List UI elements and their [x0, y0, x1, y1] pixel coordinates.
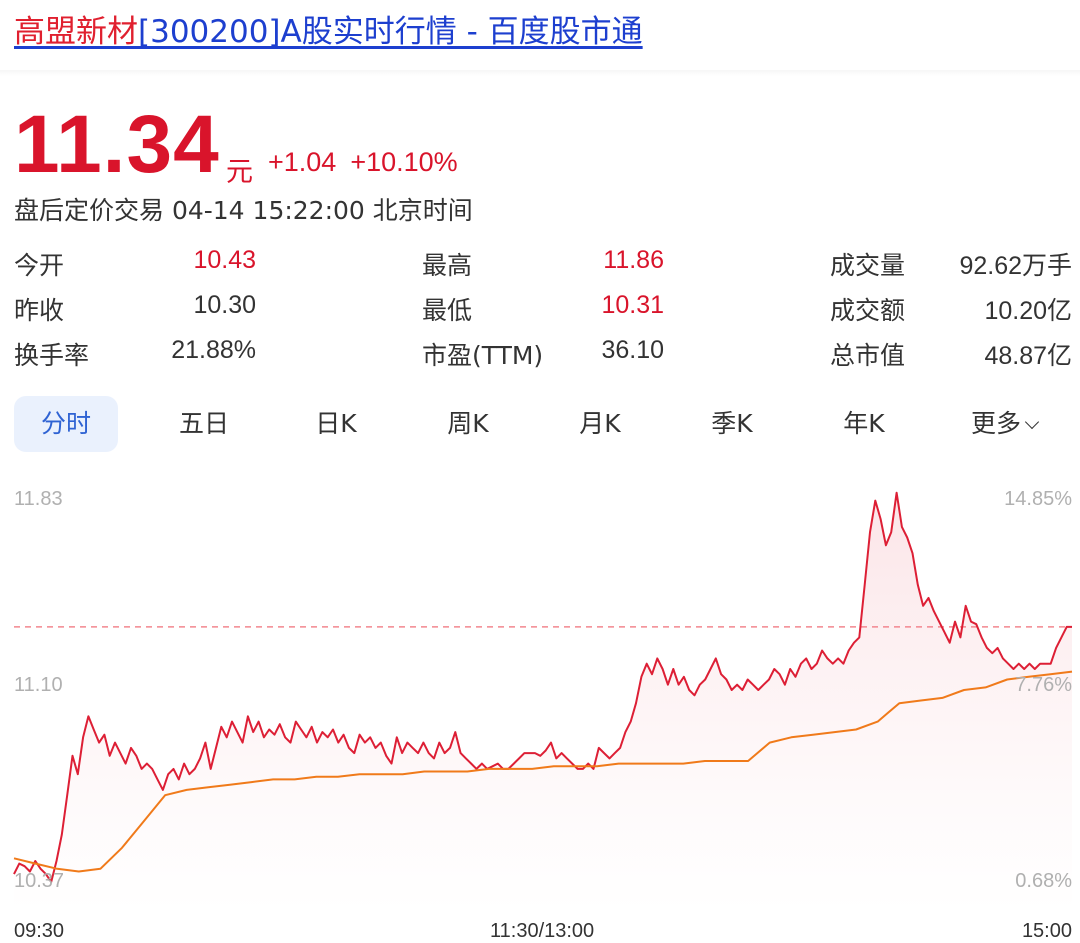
stat-label: 市盈(TTM)	[422, 341, 544, 370]
stat-value: 92.62万手	[959, 252, 1072, 280]
stock-name: 高盟新材	[14, 14, 138, 50]
tab-label: 月K	[579, 409, 621, 438]
stat-value: 10.43	[193, 246, 256, 274]
tab-5[interactable]: 季K	[668, 396, 796, 452]
stat-value: 11.86	[603, 246, 664, 274]
stat-label: 总市值	[830, 341, 906, 370]
tab-2[interactable]: 日K	[272, 396, 400, 452]
title-rest: [300200]A股实时行情 - 百度股市通	[138, 14, 643, 50]
tab-label: 五日	[178, 409, 229, 438]
header-divider	[0, 70, 1080, 76]
tab-6[interactable]: 年K	[800, 396, 928, 452]
current-price: 11.34	[14, 99, 220, 190]
tab-0[interactable]: 分时	[14, 396, 118, 452]
x-tick-open: 09:30	[14, 920, 65, 942]
change-percent: +10.10%	[350, 147, 458, 177]
y-pct-tick-mid: 7.76%	[1015, 674, 1072, 696]
stat-label: 昨收	[14, 296, 65, 325]
tab-7[interactable]: 更多	[940, 396, 1068, 452]
stat-value: 10.31	[601, 291, 664, 319]
stat-label: 成交量	[830, 251, 906, 280]
tab-label: 年K	[843, 409, 885, 438]
tab-1[interactable]: 五日	[140, 396, 268, 452]
y-price-tick-bottom: 10.37	[14, 870, 65, 892]
stat-label: 成交额	[830, 296, 906, 325]
stat-label: 最高	[422, 251, 473, 280]
chevron-down-icon	[1024, 414, 1040, 430]
page-title-link[interactable]: 高盟新材[300200]A股实时行情 - 百度股市通	[14, 6, 643, 51]
y-pct-tick-top: 14.85%	[1004, 488, 1072, 510]
stat-value: 10.30	[193, 291, 256, 319]
stat-label: 换手率	[14, 341, 90, 370]
tab-4[interactable]: 月K	[536, 396, 664, 452]
y-price-tick-mid: 11.10	[14, 674, 63, 696]
stat-value: 21.88%	[171, 336, 256, 364]
trade-status: 盘后定价交易 04-14 15:22:00 北京时间	[14, 196, 473, 225]
y-price-tick-top: 11.83	[14, 488, 63, 510]
stat-value: 36.10	[601, 336, 664, 364]
tab-label: 季K	[711, 409, 753, 438]
change-amount: +1.04	[268, 147, 337, 177]
tab-label: 分时	[40, 409, 91, 438]
tab-3[interactable]: 周K	[404, 396, 532, 452]
y-pct-tick-bottom: 0.68%	[1015, 870, 1072, 892]
stat-label: 今开	[14, 251, 65, 280]
tab-label: 周K	[447, 409, 489, 438]
stat-value: 48.87亿	[984, 342, 1072, 370]
stat-value: 10.20亿	[984, 297, 1072, 325]
x-tick-close: 15:00	[1021, 920, 1072, 942]
tab-label: 更多	[970, 409, 1021, 438]
stat-label: 最低	[422, 296, 473, 325]
price-unit: 元	[226, 157, 253, 188]
x-tick-midday: 11:30/13:00	[490, 920, 595, 942]
intraday-chart	[13, 491, 1073, 912]
tab-label: 日K	[315, 409, 357, 438]
price-change: +1.04 +10.10%	[268, 147, 472, 178]
